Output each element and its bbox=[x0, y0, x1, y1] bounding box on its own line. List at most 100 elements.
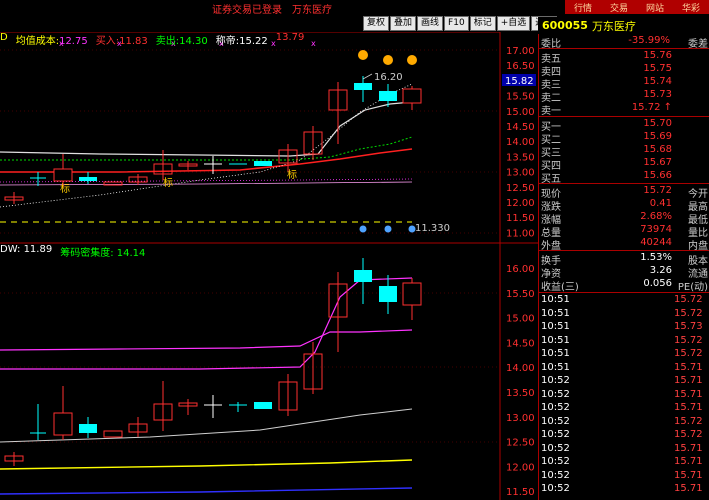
avg-cost-value: 12.75 bbox=[59, 36, 88, 47]
menu-item-quote[interactable]: 行情 bbox=[574, 1, 592, 14]
price-axis-tick: 13.50 bbox=[506, 152, 535, 163]
tick-price: 15.71 bbox=[674, 469, 703, 481]
candle bbox=[254, 402, 272, 409]
candle bbox=[79, 417, 97, 438]
candle bbox=[328, 82, 348, 144]
add-watchlist-button[interactable]: +自选 bbox=[496, 16, 531, 31]
separator bbox=[539, 183, 709, 184]
tick-price: 15.72 bbox=[674, 307, 703, 319]
tick-price: 15.72 bbox=[674, 294, 703, 305]
ask-price: 15.75 bbox=[643, 63, 672, 74]
buy-label: 买入: bbox=[95, 36, 120, 47]
bid-price: 15.66 bbox=[643, 170, 672, 181]
tick-price: 15.71 bbox=[674, 375, 703, 386]
price-axis-tick: 12.50 bbox=[506, 183, 535, 194]
top-bar: 证券交易已登录 万东医疗 行情 交易 网站 华彩 bbox=[0, 0, 709, 16]
tick-time: 10:51 bbox=[541, 361, 570, 373]
stat-row: 涨跌 0.41 最高 bbox=[539, 198, 709, 213]
price-axis-tick: 14.50 bbox=[506, 122, 535, 133]
density-group: 筹码密集度: 14.14 bbox=[60, 244, 145, 259]
bid-row: 买四 15.67 bbox=[539, 157, 709, 172]
candle bbox=[30, 172, 46, 186]
mark-tag: 标 bbox=[60, 183, 70, 195]
candle bbox=[402, 278, 422, 320]
menu-item-trade[interactable]: 交易 bbox=[610, 1, 628, 14]
menu-item-huacai[interactable]: 华彩 bbox=[682, 1, 700, 14]
candle bbox=[402, 86, 422, 110]
tick-row: 10:51 15.72 bbox=[539, 348, 709, 361]
candle bbox=[354, 76, 372, 102]
restore-rights-button[interactable]: 复权 bbox=[363, 16, 390, 31]
tick-row: 10:51 15.71 bbox=[539, 362, 709, 375]
indicator-prefix: D bbox=[0, 32, 8, 43]
stock-code: 600055 bbox=[542, 19, 588, 32]
avg-cost-group: 均值成本:12.75 bbox=[15, 32, 88, 47]
sell-label: 卖出: bbox=[155, 36, 180, 47]
candle bbox=[328, 272, 348, 352]
candle bbox=[278, 374, 298, 416]
tick-row: 10:51 15.72 bbox=[539, 294, 709, 307]
tick-time: 10:52 bbox=[541, 429, 570, 440]
ask-price: 15.72 ↑ bbox=[631, 102, 672, 113]
candle bbox=[153, 381, 173, 431]
high-label: 16.20 bbox=[374, 72, 403, 83]
lower-axis-tick: 11.50 bbox=[506, 487, 535, 498]
ask-row: 卖一 15.72 ↑ bbox=[539, 102, 709, 117]
mark-button[interactable]: 标记 bbox=[469, 16, 496, 31]
avg-cost-label: 均值成本: bbox=[15, 36, 60, 47]
lower-yellow-line bbox=[0, 459, 413, 470]
tick-time: 10:52 bbox=[541, 469, 570, 481]
mark-label: 称帝: bbox=[215, 36, 240, 47]
sell-group: 卖出:14.30 bbox=[155, 32, 208, 47]
dot-icon bbox=[384, 225, 392, 233]
bid-price: 15.67 bbox=[643, 157, 672, 168]
stat2-value: 0.056 bbox=[643, 278, 672, 289]
low-label: 11.330 bbox=[415, 223, 450, 234]
stat-row: 现价 15.72 今开 bbox=[539, 185, 709, 200]
candle bbox=[303, 342, 323, 394]
ask-price: 15.74 bbox=[643, 76, 672, 87]
candle bbox=[30, 404, 46, 440]
stat2-row: 净资 3.26 流通 bbox=[539, 265, 709, 280]
separator bbox=[539, 292, 709, 293]
menu-item-web[interactable]: 网站 bbox=[646, 1, 664, 14]
lower-candles bbox=[4, 258, 422, 466]
draw-line-button[interactable]: 画线 bbox=[417, 16, 444, 31]
sell-value: 14.30 bbox=[179, 36, 208, 47]
svg-text:x: x bbox=[311, 39, 316, 48]
bid-row: 买二 15.69 bbox=[539, 131, 709, 146]
overlay-button[interactable]: 叠加 bbox=[390, 16, 417, 31]
lower-axis-tick: 13.50 bbox=[506, 388, 535, 399]
quote-panel: 委比 -35.99% 委差 卖五 15.76 卖四 15.75 卖三 15.74 卖二 15.… bbox=[538, 34, 709, 500]
extra-value: 13.79 bbox=[275, 32, 305, 43]
separator bbox=[539, 250, 709, 251]
stat-value: 0.41 bbox=[649, 198, 672, 209]
stat2-label-2: PE(动) bbox=[677, 282, 708, 293]
volume-indicator-labels: DW: 11.89 筹码密集度: 14.14 bbox=[0, 244, 145, 259]
stat-value: 73974 bbox=[640, 224, 672, 235]
price-axis-tick: 12.00 bbox=[506, 198, 535, 209]
tick-price: 15.71 bbox=[674, 442, 703, 454]
candle bbox=[53, 386, 73, 440]
tick-price: 15.73 bbox=[674, 321, 703, 332]
candle bbox=[178, 161, 198, 170]
candle bbox=[53, 154, 73, 187]
stock-header: 600055 万东医疗 bbox=[538, 17, 709, 34]
kline-chart[interactable]: 17.00 16.50 16.00 15.50 15.00 14.50 14.00 13.50… bbox=[0, 32, 538, 500]
candle bbox=[354, 258, 372, 304]
tick-price: 15.71 bbox=[674, 402, 703, 413]
tick-price: 15.71 bbox=[674, 483, 703, 494]
ma-line-white bbox=[0, 101, 413, 157]
f10-button[interactable]: F10 bbox=[444, 16, 469, 31]
candle bbox=[178, 399, 198, 415]
tick-row: 10:52 15.71 bbox=[539, 470, 709, 483]
tick-row: 10:52 15.71 bbox=[539, 402, 709, 415]
ask-row: 卖二 15.73 bbox=[539, 89, 709, 104]
tick-time: 10:52 bbox=[541, 388, 570, 400]
price-axis-tick: 11.50 bbox=[506, 213, 535, 224]
buy-group: 买入:11.83 bbox=[95, 32, 148, 47]
bid-price: 15.69 bbox=[643, 131, 672, 142]
mark-tag: 标 bbox=[287, 169, 297, 181]
buy-value: 11.83 bbox=[119, 36, 148, 47]
stat-row: 外盘 40244 内盘 bbox=[539, 237, 709, 252]
